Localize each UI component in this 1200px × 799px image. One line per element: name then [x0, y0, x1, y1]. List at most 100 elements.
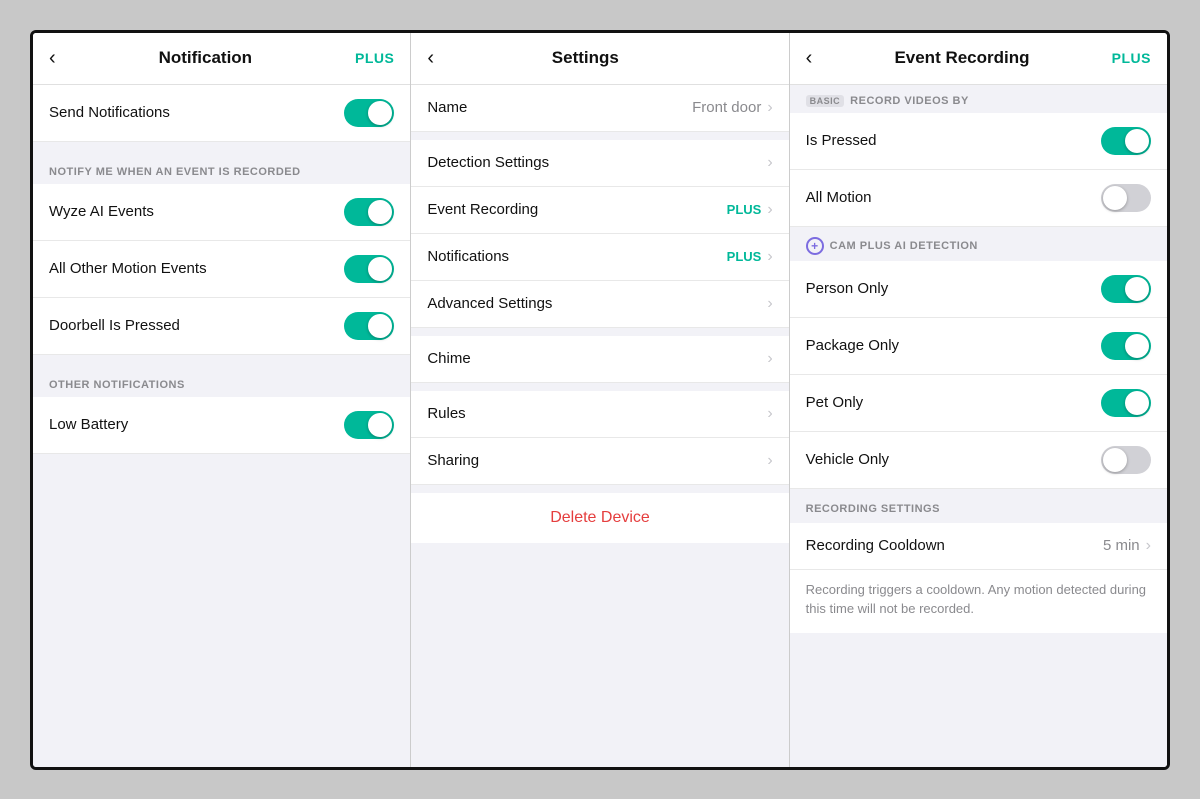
is-pressed-label: Is Pressed [806, 132, 877, 149]
rules-right: › [767, 405, 772, 423]
notification-plus-badge: PLUS [355, 50, 394, 66]
settings-group-3: Chime › [411, 336, 788, 383]
event-recording-content: BASIC RECORD VIDEOS BY Is Pressed All Mo… [790, 85, 1167, 767]
all-other-motion-row: All Other Motion Events [33, 241, 410, 298]
spacer-2 [33, 355, 410, 365]
settings-title: Settings [434, 48, 737, 68]
event-recording-row[interactable]: Event Recording PLUS › [411, 187, 788, 234]
rules-label: Rules [427, 405, 465, 422]
vehicle-only-label: Vehicle Only [806, 451, 889, 468]
notifications-plus-badge: PLUS [727, 249, 762, 264]
chime-chevron-icon: › [767, 350, 772, 368]
pet-only-toggle[interactable] [1101, 389, 1151, 417]
person-only-row: Person Only [790, 261, 1167, 318]
wyze-ai-events-label: Wyze AI Events [49, 203, 154, 220]
advanced-settings-right: › [767, 295, 772, 313]
detection-settings-chevron-icon: › [767, 154, 772, 172]
sharing-label: Sharing [427, 452, 479, 469]
spacer-1 [33, 142, 410, 152]
wyze-ai-events-row: Wyze AI Events [33, 184, 410, 241]
cam-plus-section-header: + CAM PLUS AI DETECTION [790, 227, 1167, 261]
delete-label[interactable]: Delete Device [550, 509, 650, 527]
advanced-settings-chevron-icon: › [767, 295, 772, 313]
recording-cooldown-right: 5 min › [1103, 537, 1151, 555]
delete-row[interactable]: Delete Device [411, 493, 788, 543]
detection-settings-row[interactable]: Detection Settings › [411, 140, 788, 187]
rules-chevron-icon: › [767, 405, 772, 423]
recording-settings-header: RECORDING SETTINGS [790, 489, 1167, 523]
event-recording-panel: ‹ Event Recording PLUS BASIC RECORD VIDE… [790, 33, 1167, 767]
recording-settings-label: RECORDING SETTINGS [806, 503, 940, 515]
section1-header: NOTIFY ME WHEN AN EVENT IS RECORDED [33, 152, 410, 184]
vehicle-only-toggle[interactable] [1101, 446, 1151, 474]
advanced-settings-label: Advanced Settings [427, 295, 552, 312]
wyze-ai-events-toggle[interactable] [344, 198, 394, 226]
all-motion-label: All Motion [806, 189, 872, 206]
recording-cooldown-row[interactable]: Recording Cooldown 5 min › [790, 523, 1167, 570]
pet-only-row: Pet Only [790, 375, 1167, 432]
doorbell-pressed-row: Doorbell Is Pressed [33, 298, 410, 355]
notifications-row[interactable]: Notifications PLUS › [411, 234, 788, 281]
is-pressed-toggle[interactable] [1101, 127, 1151, 155]
settings-header: ‹ Settings [411, 33, 788, 85]
notifications-chevron-icon: › [767, 248, 772, 266]
event-recording-back-button[interactable]: ‹ [806, 47, 813, 70]
package-only-label: Package Only [806, 337, 899, 354]
low-battery-toggle[interactable] [344, 411, 394, 439]
settings-group-2: Detection Settings › Event Recording PLU… [411, 140, 788, 328]
send-notifications-label: Send Notifications [49, 104, 170, 121]
sharing-chevron-icon: › [767, 452, 772, 470]
person-only-label: Person Only [806, 280, 889, 297]
notifications-right: PLUS › [727, 248, 773, 266]
pet-only-label: Pet Only [806, 394, 864, 411]
name-row[interactable]: Name Front door › [411, 85, 788, 132]
notification-content: Send Notifications NOTIFY ME WHEN AN EVE… [33, 85, 410, 767]
settings-back-button[interactable]: ‹ [427, 47, 434, 70]
notification-header: ‹ Notification PLUS [33, 33, 410, 85]
package-only-row: Package Only [790, 318, 1167, 375]
doorbell-pressed-label: Doorbell Is Pressed [49, 317, 180, 334]
rules-row[interactable]: Rules › [411, 391, 788, 438]
event-recording-label: Event Recording [427, 201, 538, 218]
notification-title: Notification [56, 48, 355, 68]
notification-panel: ‹ Notification PLUS Send Notifications N… [33, 33, 411, 767]
notification-back-button[interactable]: ‹ [49, 47, 56, 70]
chime-label: Chime [427, 350, 470, 367]
record-videos-by-label: RECORD VIDEOS BY [850, 95, 969, 107]
send-notifications-row: Send Notifications [33, 85, 410, 142]
cam-plus-icon: + [806, 237, 824, 255]
is-pressed-row: Is Pressed [790, 113, 1167, 170]
sharing-right: › [767, 452, 772, 470]
cam-plus-label: CAM PLUS AI DETECTION [830, 240, 978, 252]
all-motion-row: All Motion [790, 170, 1167, 227]
name-label: Name [427, 99, 467, 116]
detection-settings-right: › [767, 154, 772, 172]
notifications-label: Notifications [427, 248, 509, 265]
event-recording-plus-badge: PLUS [727, 202, 762, 217]
sharing-row[interactable]: Sharing › [411, 438, 788, 485]
event-recording-header: ‹ Event Recording PLUS [790, 33, 1167, 85]
all-other-motion-toggle[interactable] [344, 255, 394, 283]
vehicle-only-row: Vehicle Only [790, 432, 1167, 489]
package-only-toggle[interactable] [1101, 332, 1151, 360]
settings-panel: ‹ Settings Name Front door › Detection S… [411, 33, 789, 767]
name-chevron-icon: › [767, 99, 772, 117]
advanced-settings-row[interactable]: Advanced Settings › [411, 281, 788, 328]
event-recording-chevron-icon: › [767, 201, 772, 219]
basic-badge: BASIC [806, 95, 845, 107]
person-only-toggle[interactable] [1101, 275, 1151, 303]
low-battery-label: Low Battery [49, 416, 128, 433]
main-frame: ‹ Notification PLUS Send Notifications N… [30, 30, 1170, 770]
low-battery-row: Low Battery [33, 397, 410, 454]
event-recording-plus-badge: PLUS [1112, 50, 1151, 66]
recording-cooldown-label: Recording Cooldown [806, 537, 945, 554]
settings-content: Name Front door › Detection Settings › [411, 85, 788, 767]
recording-cooldown-value: 5 min [1103, 537, 1140, 554]
all-other-motion-label: All Other Motion Events [49, 260, 207, 277]
detection-settings-label: Detection Settings [427, 154, 549, 171]
doorbell-pressed-toggle[interactable] [344, 312, 394, 340]
chime-row[interactable]: Chime › [411, 336, 788, 383]
all-motion-toggle[interactable] [1101, 184, 1151, 212]
send-notifications-toggle[interactable] [344, 99, 394, 127]
settings-group-1: Name Front door › [411, 85, 788, 132]
